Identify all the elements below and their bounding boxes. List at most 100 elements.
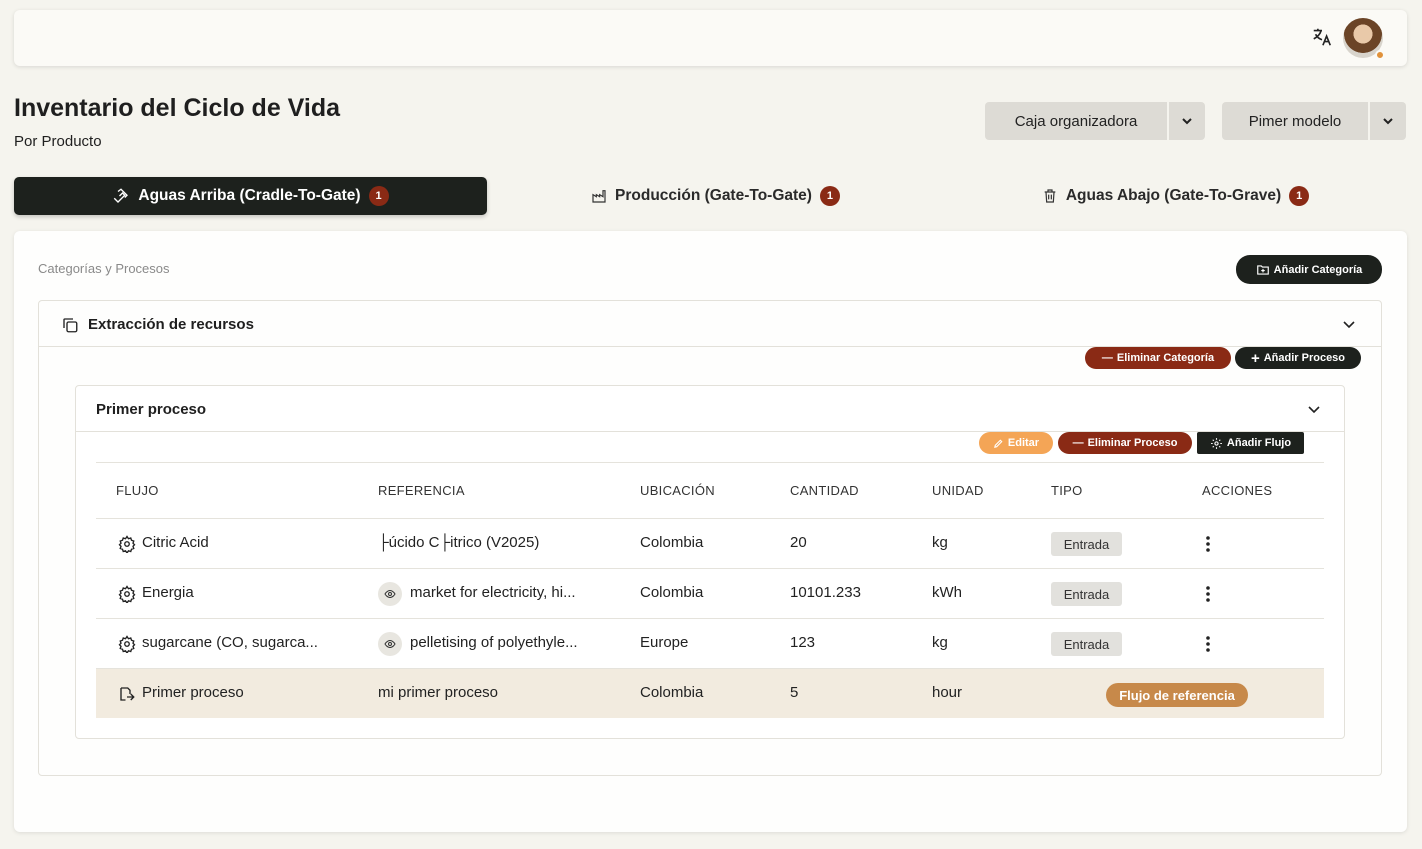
chevron-down-icon[interactable] [1307, 402, 1321, 416]
tab-production-count: 1 [819, 186, 840, 206]
tab-downstream[interactable]: Aguas Abajo (Gate-To-Grave) 1 [944, 177, 1407, 215]
flow-name: sugarcane (CO, sugarca... [142, 634, 318, 651]
flow-quantity: 10101.233 [790, 584, 861, 601]
view-reference-button[interactable] [378, 632, 402, 656]
model-select-toggle[interactable] [1370, 102, 1406, 140]
delete-category-button[interactable]: — Eliminar Categoría [1085, 347, 1231, 369]
flow-unit: hour [932, 684, 963, 701]
add-process-label: Añadir Proceso [1263, 352, 1346, 364]
chevron-down-icon[interactable] [1342, 317, 1356, 331]
col-location: UBICACIÓN [640, 483, 715, 498]
flow-reference: pelletising of polyethyle... [410, 634, 578, 651]
copy-icon [63, 318, 78, 333]
folder-plus-icon [1256, 264, 1269, 275]
hand-icon [114, 188, 129, 203]
minus-icon: — [1101, 352, 1113, 364]
view-reference-button[interactable] [378, 582, 402, 606]
flow-quantity: 5 [790, 684, 799, 701]
col-reference: REFERENCIA [378, 483, 465, 498]
status-dot [1375, 50, 1385, 60]
type-badge: Entrada [1051, 532, 1122, 556]
flow-name: Primer proceso [142, 684, 244, 701]
plus-icon: + [1250, 349, 1260, 367]
tab-downstream-label: Aguas Abajo (Gate-To-Grave) [1065, 187, 1282, 204]
flow-table: FLUJO REFERENCIA UBICACIÓN CANTIDAD UNID… [96, 462, 1324, 718]
top-bar [14, 10, 1407, 66]
col-actions: ACCIONES [1202, 483, 1273, 498]
type-badge: Entrada [1051, 632, 1122, 656]
add-process-button[interactable]: + Añadir Proceso [1235, 347, 1361, 369]
tab-downstream-count: 1 [1289, 186, 1310, 206]
flow-name: Energia [142, 584, 194, 601]
edit-process-label: Editar [1007, 437, 1040, 449]
minus-icon: — [1072, 437, 1084, 449]
more-vertical-icon[interactable] [1202, 535, 1214, 553]
flow-location: Europe [640, 634, 689, 651]
category-title: Extracción de recursos [88, 316, 254, 333]
add-category-button[interactable]: Añadir Categoría [1236, 255, 1382, 284]
flow-location: Colombia [640, 584, 704, 601]
flow-unit: kg [932, 634, 948, 651]
flow-unit: kg [932, 534, 948, 551]
flow-location: Colombia [640, 534, 704, 551]
box-select[interactable]: Caja organizadora [985, 102, 1205, 140]
model-select[interactable]: Pimer modelo [1222, 102, 1406, 140]
type-badge: Entrada [1051, 582, 1122, 606]
chevron-down-icon [1182, 118, 1192, 125]
delete-category-label: Eliminar Categoría [1116, 352, 1215, 364]
more-vertical-icon[interactable] [1202, 585, 1214, 603]
tab-production[interactable]: Producción (Gate-To-Gate) 1 [487, 177, 944, 215]
delete-process-button[interactable]: — Eliminar Proceso [1058, 432, 1192, 454]
eye-icon [384, 589, 396, 599]
category-header[interactable]: Extracción de recursos [39, 301, 1381, 347]
tab-upstream-count: 1 [368, 186, 389, 206]
table-row: Energia market for electricity, hi... Co… [96, 568, 1324, 618]
eye-icon [384, 639, 396, 649]
process-title: Primer proceso [96, 401, 207, 418]
reference-flow-badge: Flujo de referencia [1106, 683, 1248, 707]
gear-icon [118, 585, 136, 603]
flow-reference: market for electricity, hi... [410, 584, 576, 601]
add-flow-label: Añadir Flujo [1226, 437, 1292, 449]
col-flow: FLUJO [116, 483, 159, 498]
pencil-icon [993, 439, 1003, 448]
delete-process-label: Eliminar Proceso [1087, 437, 1178, 449]
main-card: Categorías y Procesos Añadir Categoría E… [14, 231, 1407, 832]
gear-icon [118, 535, 136, 553]
section-label: Categorías y Procesos [38, 261, 170, 276]
table-row: sugarcane (CO, sugarca... pelletising of… [96, 618, 1324, 668]
more-vertical-icon[interactable] [1202, 635, 1214, 653]
box-select-value[interactable]: Caja organizadora [985, 102, 1167, 140]
gear-icon [118, 635, 136, 653]
add-flow-button[interactable]: Añadir Flujo [1197, 432, 1304, 454]
factory-icon [592, 190, 606, 203]
flow-quantity: 20 [790, 534, 807, 551]
process-header[interactable]: Primer proceso [76, 386, 1344, 432]
flow-unit: kWh [932, 584, 962, 601]
flow-name: Citric Acid [142, 534, 209, 551]
reference-flow-row: Primer proceso mi primer proceso Colombi… [96, 668, 1324, 718]
chevron-down-icon [1383, 118, 1393, 125]
tab-upstream[interactable]: Aguas Arriba (Cradle-To-Gate) 1 [14, 177, 487, 215]
model-select-value[interactable]: Pimer modelo [1222, 102, 1368, 140]
process-icon [120, 687, 135, 701]
table-row: Citric Acid ├úcido C├itrico (V2025) Colo… [96, 518, 1324, 568]
translate-icon[interactable] [1311, 26, 1333, 48]
flow-quantity: 123 [790, 634, 816, 651]
col-unit: UNIDAD [932, 483, 984, 498]
flow-location: Colombia [640, 684, 704, 701]
col-type: TIPO [1051, 483, 1083, 498]
flow-reference: ├úcido C├itrico (V2025) [378, 534, 540, 551]
tab-upstream-label: Aguas Arriba (Cradle-To-Gate) [138, 187, 361, 204]
col-quantity: CANTIDAD [790, 483, 859, 498]
flow-reference: mi primer proceso [378, 684, 499, 701]
edit-process-button[interactable]: Editar [979, 432, 1053, 454]
gear-plus-icon [1210, 437, 1222, 449]
category-panel: Extracción de recursos — Eliminar Catego… [38, 300, 1382, 776]
add-category-label: Añadir Categoría [1273, 263, 1363, 276]
table-header: FLUJO REFERENCIA UBICACIÓN CANTIDAD UNID… [96, 462, 1324, 518]
page-title: Inventario del Ciclo de Vida [14, 94, 341, 122]
box-select-toggle[interactable] [1169, 102, 1205, 140]
trash-icon [1044, 189, 1056, 203]
page-subtitle: Por Producto [14, 133, 102, 150]
